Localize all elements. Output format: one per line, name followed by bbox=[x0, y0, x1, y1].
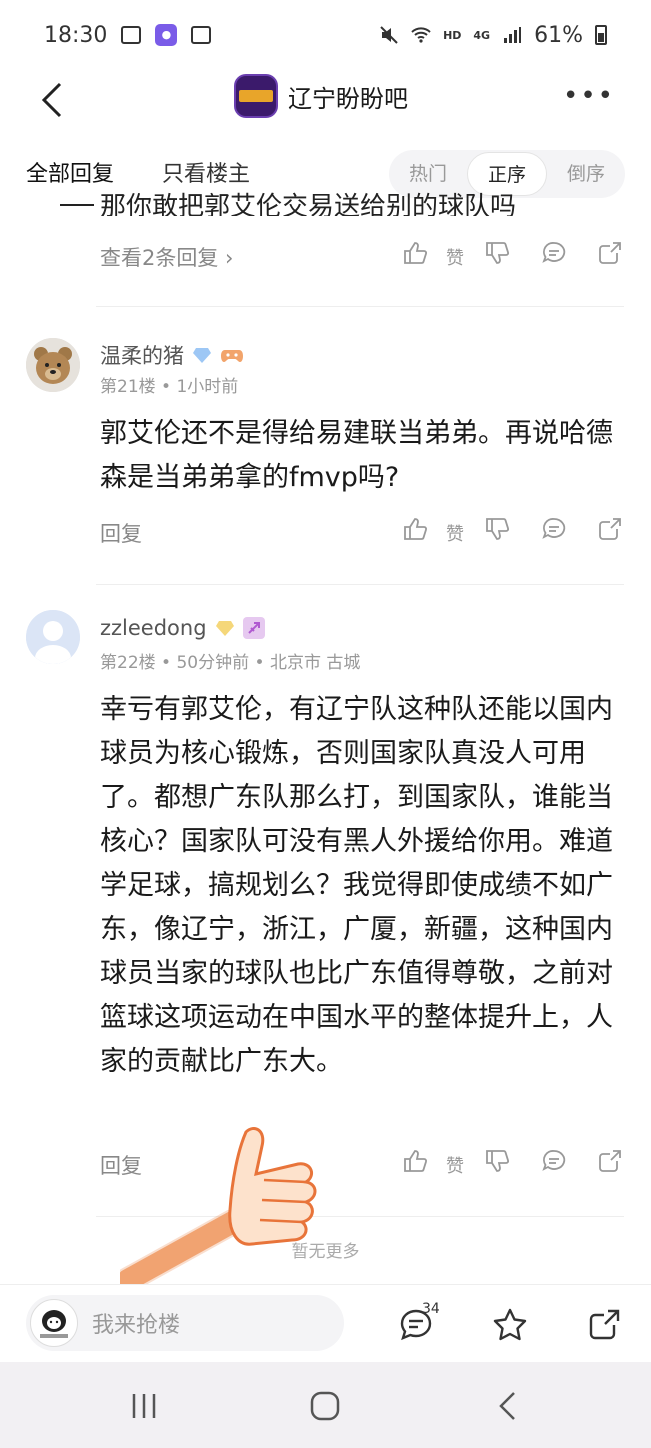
comment-body: 郭艾伦还不是得给易建联当弟弟。再说哈德森是当弟弟拿的fmvp吗? bbox=[100, 418, 613, 493]
sagittarius-badge-icon bbox=[242, 617, 265, 639]
forum-title-group[interactable]: 辽宁盼盼吧 bbox=[234, 74, 408, 118]
dislike-icon[interactable] bbox=[484, 1148, 510, 1174]
hd-label: HD bbox=[443, 28, 462, 42]
floor-number: 第22楼 bbox=[100, 653, 156, 673]
system-back-icon[interactable] bbox=[490, 1388, 526, 1424]
comment-actions-22: 回复 赞 bbox=[0, 1144, 651, 1184]
dislike-icon[interactable] bbox=[484, 516, 510, 542]
post-time: 1小时前 bbox=[176, 377, 239, 397]
username[interactable]: 温柔的猪 bbox=[100, 340, 184, 370]
back-arrow-icon[interactable] bbox=[36, 78, 72, 122]
gamepad-badge-icon bbox=[221, 350, 243, 362]
network-type: 4G bbox=[473, 28, 491, 42]
share-icon[interactable] bbox=[597, 1148, 623, 1174]
home-icon[interactable] bbox=[307, 1388, 343, 1424]
share-icon[interactable] bbox=[597, 516, 623, 542]
wifi-icon bbox=[411, 27, 431, 43]
gallery-icon bbox=[121, 26, 142, 44]
comment-icon[interactable] bbox=[541, 516, 567, 542]
avatar[interactable] bbox=[26, 610, 80, 664]
floor-number: 第21楼 bbox=[100, 377, 156, 397]
like-label: 赞 bbox=[446, 248, 464, 269]
view-replies-label: 查看2条回复 bbox=[100, 246, 219, 270]
post-location: 北京市 古城 bbox=[269, 653, 361, 673]
battery-percent: 61% bbox=[534, 22, 583, 48]
battery-icon bbox=[595, 25, 607, 45]
like-icon[interactable] bbox=[402, 1148, 428, 1174]
avatar[interactable] bbox=[26, 338, 80, 392]
comment-icon[interactable] bbox=[541, 240, 567, 266]
reply-input-placeholder: 我来抢楼 bbox=[92, 1313, 181, 1338]
forum-title: 辽宁盼盼吧 bbox=[288, 84, 408, 113]
comment-body: 幸亏有郭艾伦，有辽宁队这种队还能以国内球员为核心锻炼，否则国家队真没人可用了。都… bbox=[100, 694, 613, 1077]
comment-count: 34 bbox=[422, 1301, 440, 1317]
share-icon[interactable] bbox=[597, 240, 623, 266]
like-icon[interactable] bbox=[402, 240, 428, 266]
divider bbox=[96, 306, 624, 307]
comment-meta: 第22楼 • 50分钟前 • 北京市 古城 bbox=[100, 648, 360, 673]
comment-actions-21: 回复 赞 bbox=[0, 512, 651, 552]
top-nav-bar: 辽宁盼盼吧 ••• bbox=[0, 70, 651, 130]
favorite-star-icon[interactable] bbox=[492, 1307, 528, 1343]
teddy-bear-avatar-image bbox=[26, 338, 80, 392]
like-icon[interactable] bbox=[402, 516, 428, 542]
meta-separator: • bbox=[161, 377, 172, 397]
like-label: 赞 bbox=[446, 1156, 464, 1177]
dislike-icon[interactable] bbox=[484, 240, 510, 266]
mute-icon bbox=[380, 26, 398, 44]
view-replies-link[interactable]: 查看2条回复 › bbox=[100, 242, 233, 272]
reply-button[interactable]: 回复 bbox=[100, 518, 142, 548]
my-avatar bbox=[30, 1299, 78, 1347]
signal-icon bbox=[504, 27, 522, 43]
default-avatar-icon bbox=[26, 610, 80, 664]
divider bbox=[96, 1216, 624, 1217]
reply-input[interactable]: 我来抢楼 bbox=[26, 1295, 344, 1351]
no-more-label: 暂无更多 bbox=[291, 1242, 360, 1262]
like-label: 赞 bbox=[446, 524, 464, 545]
divider bbox=[96, 584, 624, 585]
comment-actions-20: 查看2条回复 › 赞 bbox=[0, 236, 651, 276]
more-options-icon[interactable]: ••• bbox=[563, 83, 615, 109]
meta-separator: • bbox=[161, 653, 172, 673]
reply-button[interactable]: 回复 bbox=[100, 1150, 142, 1180]
tab-all-replies[interactable]: 全部回复 bbox=[26, 156, 114, 188]
meme-face-icon bbox=[40, 1310, 68, 1338]
scroll-indicator bbox=[60, 204, 94, 206]
record-icon bbox=[191, 26, 212, 44]
username[interactable]: zzleedong bbox=[100, 616, 207, 640]
status-bar: 18:30 ● HD 4G 61% bbox=[0, 0, 651, 70]
comment-icon[interactable] bbox=[541, 1148, 567, 1174]
comment-meta: 第21楼 • 1小时前 bbox=[100, 372, 238, 397]
bottom-action-bar: 我来抢楼 34 bbox=[0, 1284, 651, 1362]
forum-logo bbox=[234, 74, 278, 118]
gold-diamond-badge-icon bbox=[215, 621, 234, 636]
share-icon[interactable] bbox=[586, 1307, 622, 1343]
system-navigation-bar bbox=[0, 1362, 651, 1448]
meta-separator: • bbox=[254, 653, 265, 673]
recent-apps-icon[interactable] bbox=[126, 1388, 162, 1424]
status-time: 18:30 bbox=[44, 22, 108, 48]
previous-comment-text: 那你敢把郭艾伦交易送给别的球队吗 bbox=[100, 192, 517, 216]
diamond-badge-icon bbox=[193, 348, 211, 363]
app-notification-icon: ● bbox=[155, 24, 178, 46]
tab-op-only[interactable]: 只看楼主 bbox=[162, 156, 250, 188]
post-time: 50分钟前 bbox=[176, 653, 250, 673]
